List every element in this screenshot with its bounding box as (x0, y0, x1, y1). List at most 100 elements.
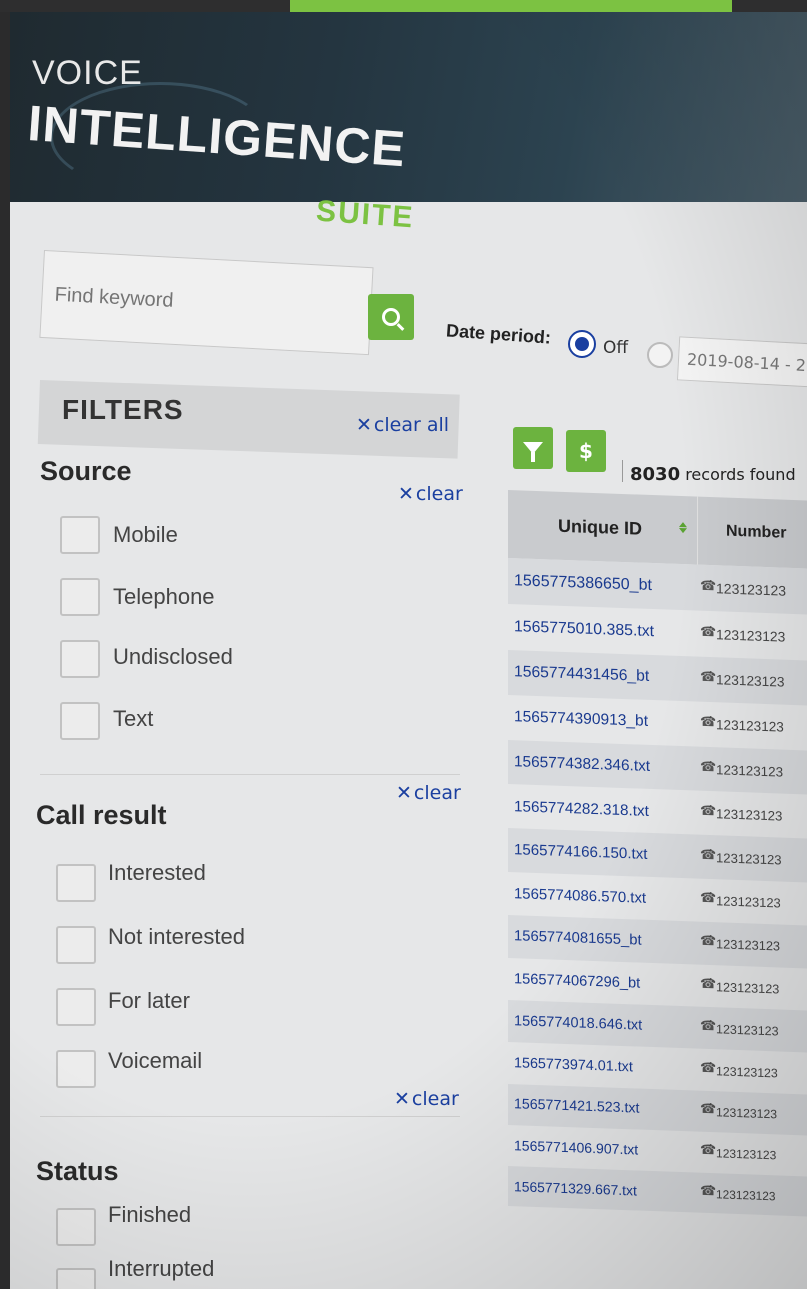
unique-id-link[interactable]: 1565774431456_bt (508, 663, 698, 688)
checkbox-finished[interactable] (56, 1208, 96, 1246)
outgoing-call-icon (700, 1103, 714, 1117)
table-header: Unique ID Number (508, 490, 807, 570)
option-interrupted: Interrupted (108, 1256, 215, 1281)
outgoing-call-icon (700, 1144, 714, 1158)
search-icon (382, 308, 400, 326)
outgoing-call-icon (700, 580, 714, 594)
records-suffix: records found (685, 465, 796, 484)
unique-id-link[interactable]: 1565775010.385.txt (508, 618, 698, 643)
column-label: Unique ID (558, 515, 642, 539)
phone-number: 123123123 (716, 893, 781, 911)
clear-filters-button[interactable] (513, 427, 553, 469)
unique-id-link[interactable]: 1565774018.646.txt (508, 1013, 698, 1036)
monitor-bezel (0, 0, 807, 12)
phone-number: 123123123 (716, 1022, 779, 1039)
search-field[interactable] (39, 250, 374, 356)
option-interested: Interested (108, 860, 206, 885)
number-cell: 123123123 (698, 1061, 807, 1082)
section-divider (40, 1116, 460, 1117)
clear-all-link[interactable]: ✕ clear all (356, 414, 449, 436)
checkbox-undisclosed[interactable] (60, 640, 100, 678)
date-range-input[interactable]: 2019-08-14 - 201 (676, 336, 807, 388)
number-cell: 123123123 (698, 935, 807, 956)
outgoing-call-icon (700, 849, 714, 863)
column-number[interactable]: Number (698, 497, 807, 570)
outgoing-call-icon (700, 935, 714, 949)
records-table: Unique ID Number 1565775386650_bt 1231231… (508, 490, 807, 1289)
number-cell: 123123123 (698, 1020, 807, 1041)
search-button[interactable] (368, 294, 414, 340)
sort-icon[interactable] (679, 521, 687, 528)
close-icon: ✕ (394, 1088, 410, 1110)
phone-number: 123123123 (716, 626, 786, 645)
phone-number: 123123123 (716, 936, 781, 954)
outgoing-call-icon (700, 716, 714, 730)
phone-number: 123123123 (716, 980, 780, 997)
checkbox-text[interactable] (60, 702, 100, 740)
unique-id-link[interactable]: 1565771329.667.txt (508, 1178, 698, 1201)
clear-label: clear (413, 782, 461, 804)
phone-number: 123123123 (716, 717, 784, 735)
phone-number: 123123123 (716, 672, 785, 690)
date-range-radio[interactable] (647, 342, 673, 368)
phone-number: 123123123 (716, 1064, 778, 1081)
source-clear-link[interactable]: ✕ clear (398, 483, 463, 505)
unique-id-link[interactable]: 1565774390913_bt (508, 708, 698, 733)
unique-id-link[interactable]: 1565775386650_bt (508, 572, 698, 597)
phone-number: 123123123 (716, 580, 787, 599)
phone-number: 123123123 (716, 762, 784, 780)
number-cell: 123123123 (698, 892, 807, 913)
outgoing-call-icon (700, 671, 714, 685)
number-cell: 123123123 (698, 760, 807, 781)
unique-id-link[interactable]: 1565774166.150.txt (508, 841, 698, 865)
dollar-button[interactable]: $ (566, 430, 606, 472)
close-icon: ✕ (356, 414, 372, 436)
outgoing-call-icon (700, 626, 714, 640)
unique-id-link[interactable]: 1565771421.523.txt (508, 1096, 698, 1119)
search-input[interactable] (40, 251, 373, 355)
section-divider (40, 774, 460, 775)
unique-id-link[interactable]: 1565774086.570.txt (508, 885, 698, 909)
date-off-radio[interactable] (568, 330, 596, 358)
outgoing-call-icon (700, 760, 714, 774)
outgoing-call-icon (700, 1184, 714, 1198)
number-cell: 123123123 (698, 1103, 807, 1124)
checkbox-mobile[interactable] (60, 516, 100, 554)
checkbox-interested[interactable] (56, 864, 96, 902)
column-unique-id[interactable]: Unique ID (508, 490, 698, 565)
status-clear-link[interactable]: ✕ clear (394, 1088, 459, 1110)
source-title: Source (40, 456, 132, 486)
outgoing-call-icon (700, 805, 714, 819)
logo-voice: VOICE (32, 54, 143, 92)
outgoing-call-icon (700, 1062, 714, 1076)
unique-id-link[interactable]: 1565771406.907.txt (508, 1137, 698, 1160)
header-banner: VOICE INTELLIGENCE (10, 12, 807, 202)
outgoing-call-icon (700, 1020, 714, 1034)
checkbox-voicemail[interactable] (56, 1050, 96, 1088)
number-cell: 123123123 (698, 1184, 807, 1205)
checkbox-interrupted[interactable] (56, 1268, 96, 1289)
checkbox-telephone[interactable] (60, 578, 100, 616)
number-cell: 123123123 (698, 580, 807, 601)
records-found: 8030 records found (630, 464, 796, 485)
unique-id-link[interactable]: 1565774382.346.txt (508, 753, 698, 778)
unique-id-link[interactable]: 1565774067296_bt (508, 971, 698, 994)
status-title: Status (36, 1156, 119, 1186)
clear-all-label: clear all (373, 414, 450, 436)
option-finished: Finished (108, 1202, 192, 1227)
unique-id-link[interactable]: 1565774282.318.txt (508, 798, 698, 822)
number-cell: 123123123 (698, 848, 807, 869)
option-not-interested: Not interested (108, 924, 245, 949)
checkbox-not-interested[interactable] (56, 926, 96, 964)
number-cell: 123123123 (698, 625, 807, 646)
number-cell: 123123123 (698, 977, 807, 998)
app-screen: VOICE INTELLIGENCE SUITE Date period: Of… (10, 12, 807, 1289)
unique-id-link[interactable]: 1565773974.01.txt (508, 1055, 698, 1078)
option-telephone: Telephone (113, 584, 215, 609)
phone-number: 123123123 (716, 806, 783, 824)
date-period-label: Date period: (445, 320, 552, 348)
call-result-clear-link[interactable]: ✕ clear (396, 782, 461, 804)
unique-id-link[interactable]: 1565774081655_bt (508, 928, 698, 951)
call-result-title: Call result (36, 800, 167, 830)
checkbox-for-later[interactable] (56, 988, 96, 1026)
